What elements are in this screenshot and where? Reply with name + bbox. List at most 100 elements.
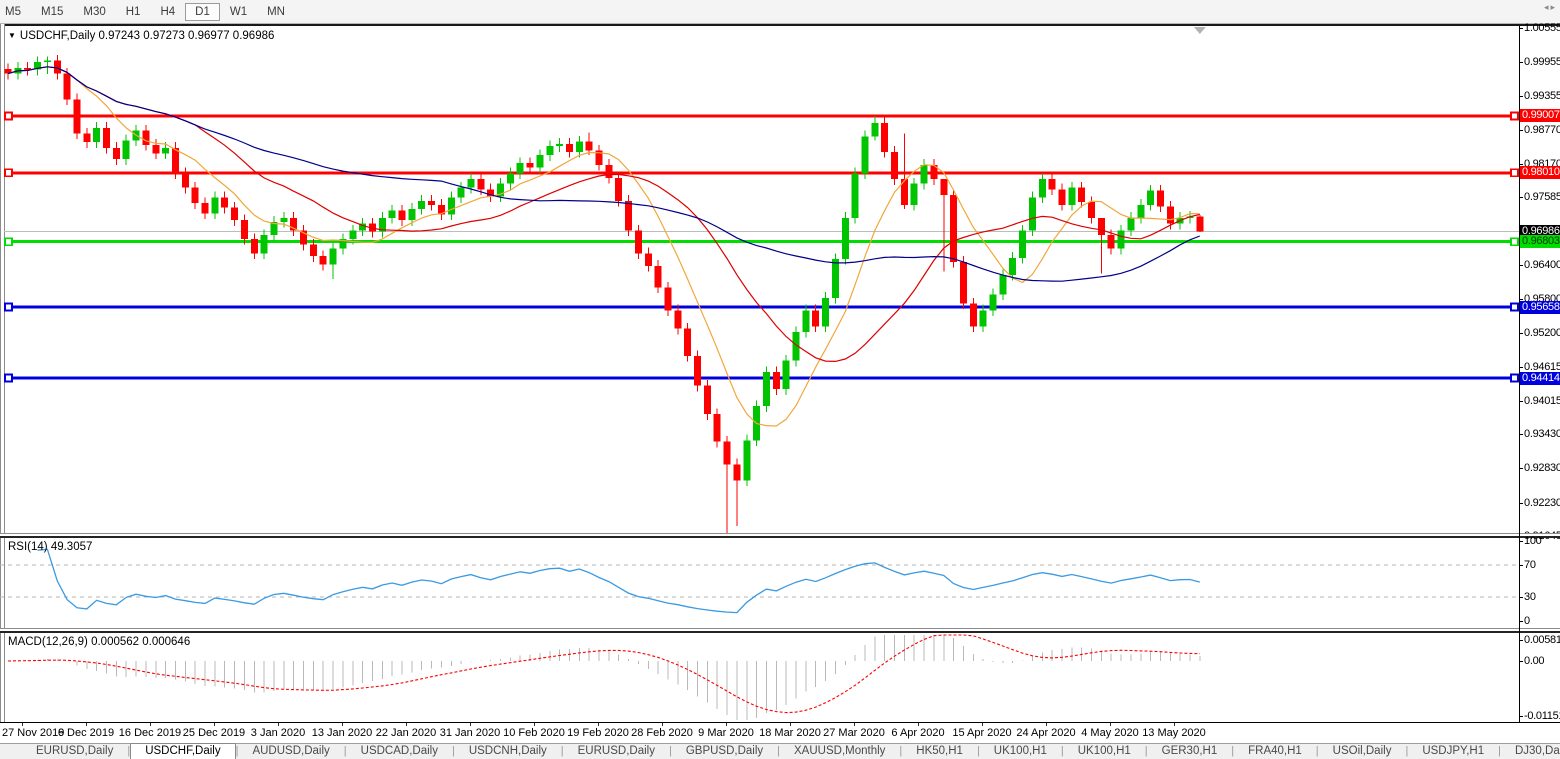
date-axis-tick bbox=[1110, 723, 1111, 726]
timeframe-button-m30[interactable]: M30 bbox=[73, 3, 115, 21]
date-axis-label: 6 Dec 2019 bbox=[51, 727, 121, 739]
chart-tab-hk50-h1[interactable]: HK50,H1 bbox=[902, 744, 977, 759]
date-axis-tick bbox=[1046, 723, 1047, 726]
date-axis-label: 9 Mar 2020 bbox=[691, 727, 761, 739]
line-handle[interactable] bbox=[5, 112, 12, 119]
price-axis-label: 0.92230 bbox=[1524, 497, 1560, 509]
chart-tab-usoil-daily[interactable]: USOil,Daily bbox=[1319, 744, 1406, 759]
line-handle[interactable] bbox=[1511, 238, 1518, 245]
date-axis-label: 15 Apr 2020 bbox=[947, 727, 1017, 739]
timeframe-toolbar: M5M15M30H1H4D1W1MN bbox=[0, 0, 1560, 24]
price-badge-0.95658: 0.95658 bbox=[1520, 301, 1560, 314]
rsi-axis-label: 0 bbox=[1524, 615, 1530, 627]
line-handle[interactable] bbox=[1511, 169, 1518, 176]
date-axis-tick bbox=[790, 723, 791, 726]
chart-shift-marker-icon[interactable] bbox=[1194, 27, 1206, 34]
price-badge-0.96803: 0.96803 bbox=[1520, 235, 1560, 248]
chart-tab-uk100-h1[interactable]: UK100,H1 bbox=[1064, 744, 1145, 759]
date-axis-label: 18 Mar 2020 bbox=[755, 727, 825, 739]
timeframe-button-h4[interactable]: H4 bbox=[150, 3, 185, 21]
axis-boundary-line bbox=[1519, 26, 1520, 722]
candlesticks bbox=[5, 55, 1204, 533]
date-axis-tick bbox=[278, 723, 279, 726]
date-axis-tick bbox=[1174, 723, 1175, 726]
chart-tab-ger30-h1[interactable]: GER30,H1 bbox=[1148, 744, 1232, 759]
macd-axis-label: 0.005818 bbox=[1524, 634, 1560, 646]
date-axis-tick bbox=[982, 723, 983, 726]
date-axis-label: 10 Feb 2020 bbox=[499, 727, 569, 739]
date-axis-label: 28 Feb 2020 bbox=[627, 727, 697, 739]
date-axis[interactable]: 27 Nov 20196 Dec 201916 Dec 201925 Dec 2… bbox=[0, 722, 1560, 743]
chart-tab-eurusd-daily[interactable]: EURUSD,Daily bbox=[22, 744, 127, 759]
date-axis-tick bbox=[470, 723, 471, 726]
chart-tab-usdcad-daily[interactable]: USDCAD,Daily bbox=[347, 744, 452, 759]
tab-scroll-arrows[interactable]: ◂▸ bbox=[1544, 2, 1557, 13]
chart-tab-xauusd-monthly[interactable]: XAUUSD,Monthly bbox=[780, 744, 899, 759]
date-axis-label: 22 Jan 2020 bbox=[371, 727, 441, 739]
price-axis-label: 0.97585 bbox=[1524, 191, 1560, 203]
date-axis-label: 24 Apr 2020 bbox=[1011, 727, 1081, 739]
price-axis-label: 0.94015 bbox=[1524, 395, 1560, 407]
macd-panel-canvas[interactable] bbox=[0, 633, 1519, 722]
rsi-panel-canvas[interactable] bbox=[0, 538, 1519, 628]
price-axis-label: 0.92830 bbox=[1524, 462, 1560, 474]
date-axis-tick bbox=[406, 723, 407, 726]
line-handle[interactable] bbox=[5, 169, 12, 176]
medium-ma-line bbox=[8, 67, 1200, 362]
date-axis-tick bbox=[918, 723, 919, 726]
chart-tab-eurusd-daily[interactable]: EURUSD,Daily bbox=[564, 744, 669, 759]
timeframe-button-w1[interactable]: W1 bbox=[220, 3, 257, 21]
rsi-label: RSI(14) 49.3057 bbox=[8, 541, 92, 553]
date-axis-tick bbox=[534, 723, 535, 726]
date-axis-label: 4 May 2020 bbox=[1075, 727, 1145, 739]
price-badge-0.99007: 0.99007 bbox=[1520, 109, 1560, 122]
chart-tab-usdcnh-daily[interactable]: USDCNH,Daily bbox=[455, 744, 561, 759]
line-handle[interactable] bbox=[1511, 304, 1518, 311]
timeframe-button-mn[interactable]: MN bbox=[257, 3, 295, 21]
chart-tab-gbpusd-daily[interactable]: GBPUSD,Daily bbox=[672, 744, 777, 759]
macd-axis-label: -0.01151 bbox=[1524, 710, 1560, 722]
chart-tab-bar: EURUSD,Daily|USDCHF,Daily|AUDUSD,Daily|U… bbox=[0, 743, 1560, 759]
price-chart-canvas[interactable] bbox=[0, 25, 1519, 533]
line-handle[interactable] bbox=[5, 304, 12, 311]
timeframe-button-h1[interactable]: H1 bbox=[116, 3, 151, 21]
rsi-axis-label: 30 bbox=[1524, 591, 1536, 603]
date-axis-tick bbox=[342, 723, 343, 726]
date-axis-tick bbox=[598, 723, 599, 726]
price-badge-0.98010: 0.98010 bbox=[1520, 166, 1560, 179]
date-axis-tick bbox=[214, 723, 215, 726]
date-axis-label: 19 Feb 2020 bbox=[563, 727, 633, 739]
date-axis-label: 6 Apr 2020 bbox=[883, 727, 953, 739]
date-axis-label: 31 Jan 2020 bbox=[435, 727, 505, 739]
line-handle[interactable] bbox=[5, 238, 12, 245]
price-badge-0.94414: 0.94414 bbox=[1520, 372, 1560, 385]
chart-tab-audusd-daily[interactable]: AUDUSD,Daily bbox=[238, 744, 343, 759]
date-axis-tick bbox=[662, 723, 663, 726]
date-axis-label: 25 Dec 2019 bbox=[179, 727, 249, 739]
date-axis-label: 27 Mar 2020 bbox=[819, 727, 889, 739]
chart-tab-dj30-daily[interactable]: DJ30,Daily bbox=[1501, 744, 1560, 759]
timeframe-button-d1[interactable]: D1 bbox=[185, 3, 220, 21]
line-handle[interactable] bbox=[1511, 112, 1518, 119]
chart-tab-uk100-h1[interactable]: UK100,H1 bbox=[980, 744, 1061, 759]
date-axis-label: 16 Dec 2019 bbox=[115, 727, 185, 739]
price-axis-label: 0.99955 bbox=[1524, 56, 1560, 68]
line-handle[interactable] bbox=[5, 375, 12, 382]
macd-label: MACD(12,26,9) 0.000562 0.000646 bbox=[8, 636, 190, 648]
line-handle[interactable] bbox=[1511, 375, 1518, 382]
title-dropdown-icon[interactable]: ▼ bbox=[8, 31, 16, 40]
chart-tab-usdjpy-h1[interactable]: USDJPY,H1 bbox=[1408, 744, 1498, 759]
chart-tab-usdchf-daily[interactable]: USDCHF,Daily bbox=[130, 743, 235, 759]
chart-tab-fra40-h1[interactable]: FRA40,H1 bbox=[1234, 744, 1316, 759]
date-axis-label: 13 Jan 2020 bbox=[307, 727, 377, 739]
price-axis-label: 0.98770 bbox=[1524, 124, 1560, 136]
date-axis-tick bbox=[22, 723, 23, 726]
chart-title-text: USDCHF,Daily 0.97243 0.97273 0.96977 0.9… bbox=[20, 30, 274, 42]
timeframe-button-m5[interactable]: M5 bbox=[0, 3, 31, 21]
timeframe-button-m15[interactable]: M15 bbox=[31, 3, 73, 21]
rsi-axis-label: 70 bbox=[1524, 559, 1536, 571]
date-axis-tick bbox=[854, 723, 855, 726]
date-axis-label: 3 Jan 2020 bbox=[243, 727, 313, 739]
tab-scroll-right-icon[interactable]: ▸ bbox=[1550, 2, 1557, 12]
macd-axis-label: 0.00 bbox=[1524, 655, 1544, 667]
